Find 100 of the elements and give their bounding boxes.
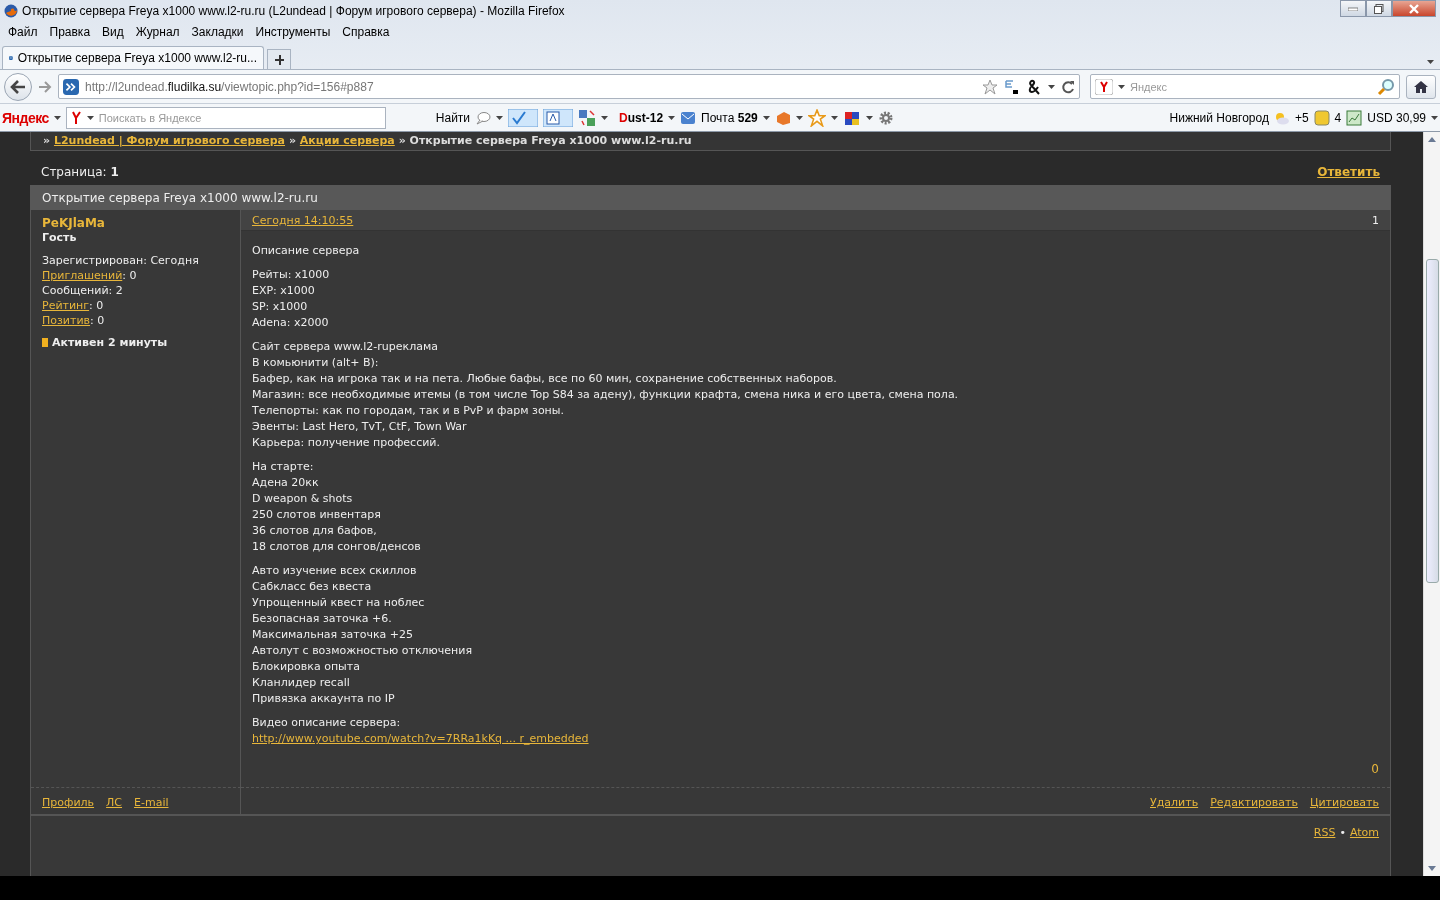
post-date-link[interactable]: Сегодня 14:10:55	[252, 214, 354, 227]
forward-icon[interactable]	[38, 80, 52, 93]
yandex-logo[interactable]: Яндекс	[2, 109, 49, 126]
breadcrumb-separator: »	[43, 134, 51, 147]
traffic-icon[interactable]	[1313, 109, 1330, 126]
user-role: Гость	[42, 231, 78, 244]
scroll-up-icon[interactable]	[1428, 137, 1436, 142]
menu-item[interactable]: Вид	[96, 24, 130, 39]
address-field[interactable]: http://l2undead.fludilka.su/viewtopic.php?id=156#p887	[58, 74, 1080, 99]
post-number: 1	[1372, 214, 1379, 227]
post-text-line: Автолут с возможностью отключения	[252, 644, 474, 657]
restore-button[interactable]	[1366, 0, 1392, 17]
post-text-line: Магазин: все необходимые итемы (в том числе Top S84 за адену), функции крафта, смена ника и его цвета, смена пола.	[252, 388, 960, 401]
user-link[interactable]: Профиль	[42, 796, 95, 809]
menu-item[interactable]: Журнал	[129, 24, 186, 39]
chart-icon[interactable]	[1346, 109, 1363, 126]
post-text-line: Телепорты: как по городам, так и в PvP и фарм зоны.	[252, 404, 565, 417]
dropdown-caret-icon[interactable]	[795, 115, 803, 120]
page-indicator: Страница: 1	[41, 165, 119, 179]
separator-dot: •	[1339, 826, 1346, 839]
browser-tab[interactable]: Открытие сервера Freya x1000 www.l2-ru...	[2, 46, 264, 69]
dropdown-caret-icon[interactable]	[830, 115, 838, 120]
user-stat: Рейтинг: 0	[42, 299, 105, 312]
online-status: Активен 2 минуты	[52, 336, 168, 349]
currency-rate[interactable]: USD 30,99	[1367, 110, 1426, 125]
home-button[interactable]	[1406, 74, 1436, 99]
temperature-label[interactable]: +5	[1294, 110, 1309, 125]
dropdown-caret-icon[interactable]	[1118, 84, 1125, 89]
dropdown-caret-icon[interactable]	[668, 115, 676, 120]
dropdown-caret-icon[interactable]	[1048, 84, 1055, 89]
dropdown-caret-icon[interactable]	[1431, 115, 1438, 120]
breadcrumb-separator: »	[288, 134, 296, 147]
settings-icon[interactable]	[877, 109, 894, 126]
browser-logo-icon	[4, 3, 18, 18]
author-name[interactable]: PeKJlaMa	[42, 216, 229, 230]
post-action-link[interactable]: Редактировать	[1210, 796, 1298, 809]
translate-icon[interactable]	[1004, 78, 1020, 95]
post-text-line: Авто изучение всех скиллов	[252, 564, 418, 577]
bookmark-star-icon[interactable]	[982, 78, 998, 95]
dropdown-caret-icon[interactable]	[86, 115, 94, 120]
feed-link[interactable]: Atom	[1349, 826, 1379, 839]
back-button[interactable]	[4, 72, 32, 101]
menu-item[interactable]: Файл	[2, 24, 44, 39]
yandex-icon[interactable]	[1095, 78, 1113, 95]
breadcrumb-link[interactable]: L2undead | Форум игрового сервера	[53, 134, 286, 147]
post-text-line: На старте:	[252, 460, 315, 473]
find-button[interactable]: Найти	[435, 110, 471, 125]
yandex-icon	[69, 110, 82, 125]
dropdown-caret-icon[interactable]	[601, 115, 609, 120]
user-link[interactable]: E-mail	[134, 796, 169, 809]
close-button[interactable]	[1392, 0, 1436, 17]
post-text-line: 250 слотов инвентаря	[252, 508, 382, 521]
star-icon[interactable]	[807, 108, 826, 127]
post-text-line: Бафер, как на игрока так и на пета. Любые бафы, все по 60 мин, сохранение собственных наборов.	[252, 372, 838, 385]
search-icon[interactable]	[1377, 77, 1395, 96]
dropdown-caret-icon[interactable]	[1427, 60, 1434, 64]
weather-widget[interactable]: Dust-12	[619, 110, 664, 125]
text-tool-icon[interactable]	[543, 108, 574, 127]
dropdown-caret-icon[interactable]	[865, 115, 873, 120]
menu-item[interactable]: Инструменты	[249, 24, 337, 39]
post-text-line: D weapon & shots	[252, 492, 354, 505]
breadcrumb-link[interactable]: Акции сервера	[299, 134, 395, 147]
dropdown-caret-icon[interactable]	[762, 115, 770, 120]
user-link[interactable]: ЛС	[106, 796, 122, 809]
restore-icon	[1374, 3, 1384, 14]
scrollbar-thumb[interactable]	[1426, 259, 1439, 583]
post-text-line: Адена 20кк	[252, 476, 320, 489]
post-text-line: Сайт сервера www.l2-ruреклама	[252, 340, 439, 353]
post-text-line: Блокировка опыта	[252, 660, 361, 673]
reload-icon[interactable]	[1061, 79, 1075, 94]
user-stat: Зарегистрирован: Сегодня	[42, 254, 200, 267]
post-text-line: Упрощенный квест на ноблес	[252, 596, 426, 609]
menu-item[interactable]: Правка	[43, 24, 97, 39]
post-text-line: Сабкласс без квеста	[252, 580, 373, 593]
post-text-line: EXP: x1000	[252, 284, 316, 297]
menu-item[interactable]: Справка	[336, 24, 396, 39]
post-text-line: Эвенты: Last Hero, TvT, CtF, Town War	[252, 420, 468, 433]
reply-link[interactable]: Ответить	[1317, 165, 1380, 179]
post-text-line: Безопасная заточка +6.	[252, 612, 393, 625]
post-text-line: Adena: x2000	[252, 316, 330, 329]
post-text-line: Описание сервера	[252, 244, 361, 257]
post-text-line: Рейты: x1000	[252, 268, 331, 281]
ampersand-icon[interactable]	[1026, 78, 1042, 95]
traffic-level[interactable]: 4	[1334, 110, 1342, 125]
dropdown-caret-icon[interactable]	[53, 115, 61, 120]
new-tab-button[interactable]	[267, 49, 291, 69]
post-rating: 0	[1370, 761, 1380, 778]
scroll-down-icon[interactable]	[1428, 866, 1436, 871]
video-link[interactable]: http://www.youtube.com/watch?v=7RRa1kKq ... r_embedded	[252, 732, 589, 745]
mail-icon[interactable]	[680, 109, 697, 126]
spellcheck-icon[interactable]	[508, 108, 539, 127]
mail-label[interactable]: Почта 529	[701, 110, 758, 125]
feed-link[interactable]: RSS	[1313, 826, 1336, 839]
menu-item[interactable]: Закладки	[185, 24, 250, 39]
post-text-line: 18 слотов для сонгов/денсов	[252, 540, 422, 553]
post-action-link[interactable]: Удалить	[1150, 796, 1199, 809]
dropdown-caret-icon[interactable]	[496, 115, 504, 120]
post-text-line: Кланлидер recall	[252, 676, 351, 689]
city-label[interactable]: Нижний Новгород	[1169, 110, 1269, 125]
post-action-link[interactable]: Цитировать	[1309, 796, 1379, 809]
